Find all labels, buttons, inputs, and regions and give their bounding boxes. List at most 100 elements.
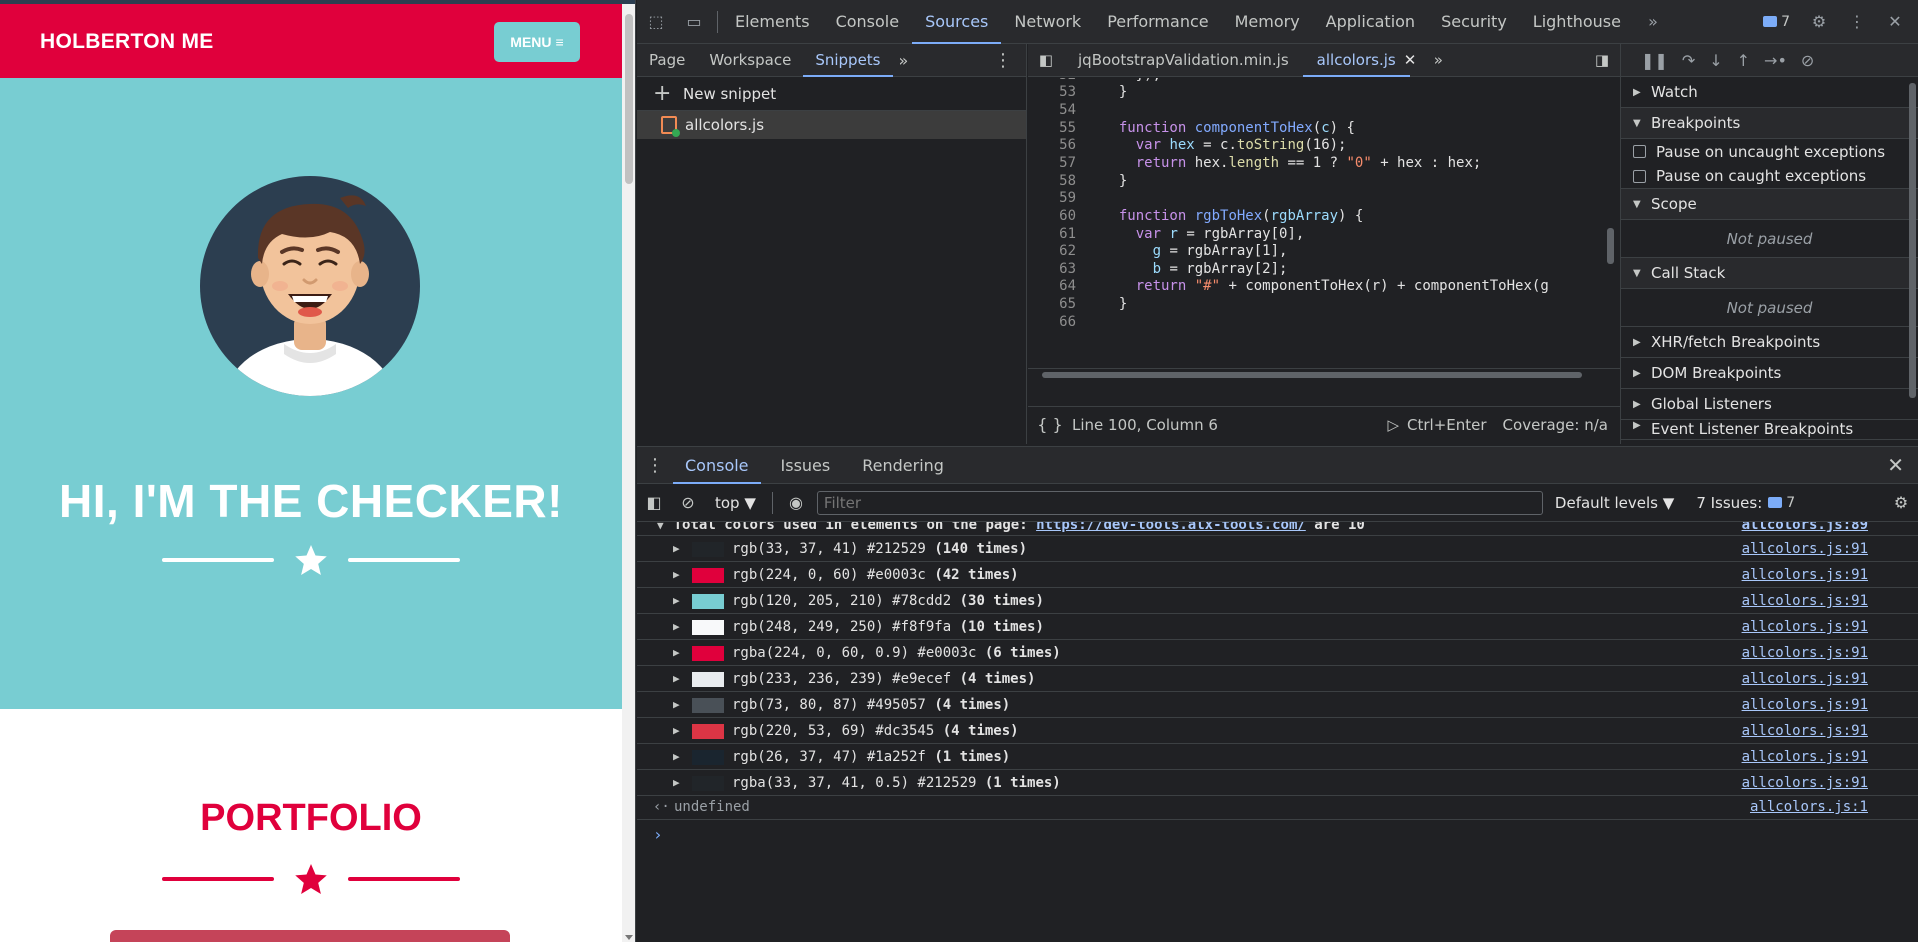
source-link[interactable]: allcolors.js:91 [1742, 536, 1868, 562]
menu-button[interactable]: MENU ≡ [494, 22, 580, 62]
tab-lighthouse[interactable]: Lighthouse [1520, 0, 1634, 44]
tab-application[interactable]: Application [1313, 0, 1428, 44]
tab-snippets[interactable]: Snippets [803, 44, 893, 77]
expand-icon[interactable]: ▶ [673, 770, 680, 796]
source-link[interactable]: allcolors.js:91 [1742, 770, 1868, 796]
editor-tab-jqbootstrapvalidation[interactable]: jqBootstrapValidation.min.js [1064, 44, 1303, 77]
pause-uncaught-checkbox[interactable]: Pause on uncaught exceptions [1621, 139, 1918, 164]
call-stack-section[interactable]: ▼ Call Stack [1621, 258, 1918, 289]
page-scrollbar[interactable] [622, 4, 635, 942]
settings-gear-icon[interactable]: ⚙ [1800, 0, 1838, 44]
console-settings-gear-icon[interactable]: ⚙ [1884, 493, 1918, 512]
expand-icon[interactable]: ▶ [673, 692, 680, 718]
issues-counter[interactable]: 7 Issues: 7 [1696, 494, 1795, 512]
kebab-menu-icon[interactable]: ⋮ [994, 50, 1026, 71]
expand-icon[interactable]: ▶ [673, 744, 680, 770]
console-group-header[interactable]: ▼ Total colors used in elements on the pa… [637, 522, 1918, 536]
source-link[interactable]: allcolors.js:1 [1750, 794, 1868, 820]
drawer-tab-issues[interactable]: Issues [769, 447, 843, 484]
page-url-link[interactable]: https://dev-tools.alx-tools.com/ [1036, 522, 1306, 533]
log-levels-dropdown[interactable]: Default levels ▼ [1555, 494, 1674, 512]
expand-icon[interactable]: ▶ [673, 666, 680, 692]
device-toolbar-icon[interactable]: ▭ [675, 0, 713, 44]
editor-vertical-scrollbar[interactable] [1604, 78, 1616, 368]
breakpoints-section[interactable]: ▼ Breakpoints [1621, 108, 1918, 139]
tab-memory[interactable]: Memory [1222, 0, 1313, 44]
code-area[interactable]: 52 }); 53 } 54 55 function componentToHe… [1028, 78, 1620, 368]
expand-icon[interactable]: ▶ [673, 562, 680, 588]
scroll-thumb[interactable] [1607, 228, 1614, 264]
editor-tab-allcolors[interactable]: allcolors.js [1302, 44, 1410, 77]
scroll-thumb[interactable] [1042, 372, 1582, 378]
more-tabs-icon[interactable]: » [1634, 0, 1672, 44]
color-log-row[interactable]: ▶ rgb(220, 53, 69) #dc3545 (4 times) allco… [637, 718, 1918, 744]
deactivate-breakpoints-icon[interactable]: ⊘ [1801, 51, 1814, 70]
tab-network[interactable]: Network [1001, 0, 1094, 44]
tab-elements[interactable]: Elements [722, 0, 823, 44]
kebab-menu-icon[interactable]: ⋮ [1838, 0, 1876, 44]
close-tab-icon[interactable]: ✕ [1404, 51, 1417, 69]
tab-performance[interactable]: Performance [1094, 0, 1221, 44]
pretty-print-icon[interactable]: { } [1028, 415, 1072, 434]
dom-breakpoints-section[interactable]: ▶ DOM Breakpoints [1621, 358, 1918, 389]
tab-sources[interactable]: Sources [912, 0, 1002, 44]
new-snippet-button[interactable]: + New snippet [637, 77, 1026, 111]
color-log-row[interactable]: ▶ rgb(73, 80, 87) #495057 (4 times) allcol… [637, 692, 1918, 718]
live-expression-eye-icon[interactable]: ◉ [779, 493, 813, 512]
color-log-row[interactable]: ▶ rgb(248, 249, 250) #f8f9fa (10 times) al… [637, 614, 1918, 640]
expand-icon[interactable]: ▶ [673, 718, 680, 744]
run-snippet-button[interactable]: ▷ Ctrl+Enter [1387, 416, 1486, 434]
console-output[interactable]: ▼ Total colors used in elements on the pa… [637, 522, 1918, 942]
console-prompt[interactable]: › [637, 822, 1918, 848]
source-link[interactable]: allcolors.js:91 [1742, 692, 1868, 718]
more-tabs-icon[interactable]: » [1420, 51, 1456, 69]
site-brand[interactable]: HOLBERTON ME [40, 30, 214, 54]
debugger-scrollbar[interactable] [1906, 77, 1918, 444]
color-log-row[interactable]: ▶ rgb(233, 236, 239) #e9ecef (4 times) all… [637, 666, 1918, 692]
color-log-row[interactable]: ▶ rgb(26, 37, 47) #1a252f (1 times) allcol… [637, 744, 1918, 770]
drawer-tab-console[interactable]: Console [673, 447, 761, 484]
inspect-element-icon[interactable]: ⬚ [637, 0, 675, 44]
source-link[interactable]: allcolors.js:91 [1742, 666, 1868, 692]
tab-page[interactable]: Page [637, 44, 697, 77]
expand-icon[interactable]: ▶ [673, 588, 680, 614]
color-log-row[interactable]: ▶ rgb(120, 205, 210) #78cdd2 (30 times) al… [637, 588, 1918, 614]
toggle-debugger-icon[interactable]: ◨ [1584, 51, 1620, 69]
kebab-menu-icon[interactable]: ⋮ [637, 455, 673, 476]
source-link[interactable]: allcolors.js:91 [1742, 588, 1868, 614]
drawer-tab-rendering[interactable]: Rendering [850, 447, 956, 484]
watch-section[interactable]: ▶ Watch [1621, 77, 1918, 108]
snippet-file-item[interactable]: allcolors.js [637, 111, 1026, 139]
tab-workspace[interactable]: Workspace [697, 44, 803, 77]
portfolio-card[interactable] [110, 930, 510, 942]
issues-badge[interactable]: 7 [1753, 14, 1800, 30]
source-link[interactable]: allcolors.js:91 [1742, 562, 1868, 588]
event-listener-breakpoints-section[interactable]: ▶ Event Listener Breakpoints [1621, 420, 1918, 440]
step-over-icon[interactable]: ↷ [1682, 51, 1695, 70]
xhr-breakpoints-section[interactable]: ▶ XHR/fetch Breakpoints [1621, 327, 1918, 358]
scroll-thumb[interactable] [1909, 83, 1916, 398]
close-devtools-icon[interactable]: ✕ [1876, 0, 1914, 44]
more-tabs-icon[interactable]: » [893, 51, 915, 70]
sidebar-toggle-icon[interactable]: ◧ [637, 493, 671, 512]
clear-console-icon[interactable]: ⊘ [671, 493, 705, 512]
expand-icon[interactable]: ▶ [673, 640, 680, 666]
source-link[interactable]: allcolors.js:91 [1742, 614, 1868, 640]
editor-horizontal-scrollbar[interactable] [1028, 368, 1620, 380]
pause-caught-checkbox[interactable]: Pause on caught exceptions [1621, 164, 1918, 189]
scroll-down-icon[interactable] [625, 935, 633, 940]
color-log-row[interactable]: ▶ rgb(224, 0, 60) #e0003c (42 times) allco… [637, 562, 1918, 588]
step-into-icon[interactable]: ↓ [1709, 51, 1722, 70]
color-log-row[interactable]: ▶ rgba(224, 0, 60, 0.9) #e0003c (6 times)… [637, 640, 1918, 666]
source-link[interactable]: allcolors.js:89 [1742, 522, 1868, 536]
page-scroll-thumb[interactable] [625, 14, 633, 184]
color-log-row[interactable]: ▶ rgba(33, 37, 41, 0.5) #212529 (1 times)… [637, 770, 1918, 796]
console-filter-input[interactable] [816, 490, 1543, 515]
source-link[interactable]: allcolors.js:91 [1742, 718, 1868, 744]
scope-section[interactable]: ▼ Scope [1621, 189, 1918, 220]
tab-console[interactable]: Console [823, 0, 913, 44]
source-link[interactable]: allcolors.js:91 [1742, 744, 1868, 770]
source-link[interactable]: allcolors.js:91 [1742, 640, 1868, 666]
step-icon[interactable]: →• [1764, 51, 1787, 70]
step-out-icon[interactable]: ↑ [1737, 51, 1750, 70]
